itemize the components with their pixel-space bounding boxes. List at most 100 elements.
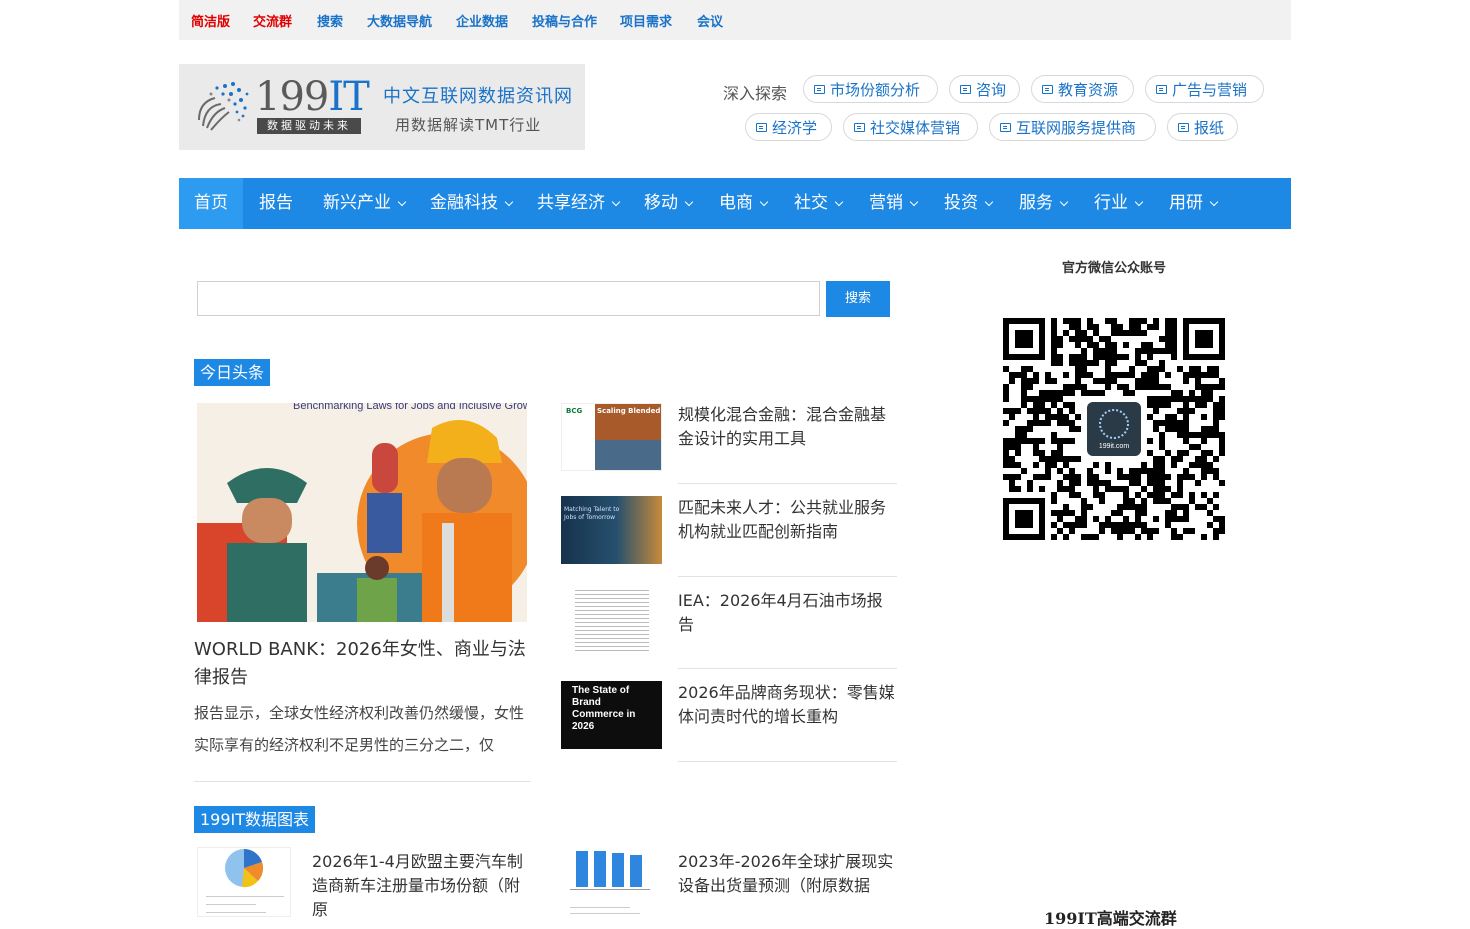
nav-item-emerging[interactable]: 新兴产业 [323,178,407,229]
qr-module [1117,522,1123,528]
explore-chip-economics[interactable]: 经济学 [745,113,832,141]
qr-module [1159,474,1165,480]
nav-item-investment[interactable]: 投资 [944,178,994,229]
qr-module [1045,474,1051,480]
news-thumb-2[interactable]: Matching Talent to Jobs of Tomorrow [561,496,662,564]
nav-item-home[interactable]: 首页 [179,178,243,229]
qr-module [1159,468,1165,474]
feature-image[interactable]: Benchmarking Laws for Jobs and Inclusive… [197,403,527,622]
qr-module [1051,402,1057,408]
qr-module [1141,342,1147,348]
topbar-link-meetings[interactable]: 会议 [697,11,723,30]
nav-item-sharing[interactable]: 共享经济 [537,178,621,229]
feature-title[interactable]: WORLD BANK：2026年女性、商业与法律报告 [194,636,534,692]
qr-module [1177,504,1183,510]
qr-module [1069,456,1075,462]
explore-chip-newspaper[interactable]: 报纸 [1167,113,1238,141]
qr-module [1045,378,1051,384]
qr-module [1147,480,1153,486]
qr-module [1147,342,1153,348]
topbar-link-group[interactable]: 交流群 [253,11,292,30]
explore-chip-consulting[interactable]: 咨询 [949,75,1020,103]
qr-module [1147,528,1153,534]
nav-item-social[interactable]: 社交 [794,178,844,229]
news-title-1[interactable]: 规模化混合金融：混合金融基金设计的实用工具 [678,403,896,451]
topbar-link-projects[interactable]: 项目需求 [620,11,672,30]
chart-thumb-2[interactable] [566,847,656,917]
qr-module [1069,510,1075,516]
nav-item-reports[interactable]: 报告 [259,178,293,229]
news-thumb-3[interactable] [561,588,662,656]
qr-module [1093,534,1099,540]
topbar-link-contribute[interactable]: 投稿与合作 [532,11,597,30]
qr-module [1159,348,1165,354]
qr-module [1051,324,1057,330]
search-button[interactable]: 搜索 [826,281,890,317]
qr-module [1177,426,1183,432]
qr-module [1189,492,1195,498]
qr-module [1069,354,1075,360]
qr-module [1045,456,1051,462]
explore-chip-advertising[interactable]: 广告与营销 [1145,75,1264,103]
chart-news-title-1[interactable]: 2026年1-4月欧盟主要汽车制造商新车注册量市场份额（附原 [312,850,534,922]
qr-module [1069,408,1075,414]
qr-module [1219,444,1225,450]
topbar-link-enterprise-data[interactable]: 企业数据 [456,11,508,30]
explore-chip-social-marketing[interactable]: 社交媒体营销 [843,113,978,141]
qr-module [1069,474,1075,480]
news-title-4[interactable]: 2026年品牌商务现状：零售媒体问责时代的增长重构 [678,681,896,729]
qr-module [1081,384,1087,390]
qr-module [1105,342,1111,348]
qr-module [1123,390,1129,396]
qr-module [1123,474,1129,480]
nav-item-marketing[interactable]: 营销 [869,178,919,229]
explore-chip-education[interactable]: 教育资源 [1031,75,1134,103]
qr-module [1147,468,1153,474]
topbar-link-lite[interactable]: 简洁版 [191,11,230,30]
qr-module [1177,486,1183,492]
qr-module [1021,432,1027,438]
qr-module [1063,474,1069,480]
nav-item-fintech[interactable]: 金融科技 [430,178,514,229]
qr-module [1213,528,1219,534]
qr-module [1183,378,1189,384]
chart-thumb-1[interactable] [197,847,291,917]
qr-module [1105,318,1111,324]
qr-module [1087,504,1093,510]
news-thumb-1[interactable]: BCG Scaling Blended Finance [561,403,662,471]
qr-module [1159,438,1165,444]
news-thumb-4[interactable]: The State of Brand Commerce in 2026 [561,681,662,749]
explore-chip-isp[interactable]: 互联网服务提供商 [989,113,1156,141]
qr-module [1057,336,1063,342]
news-title-3[interactable]: IEA：2026年4月石油市场报告 [678,589,898,637]
qr-module [1141,510,1147,516]
qr-module [1033,438,1039,444]
nav-item-mobile[interactable]: 移动 [644,178,694,229]
topbar-link-bigdata-nav[interactable]: 大数据导航 [367,11,432,30]
nav-item-ecommerce[interactable]: 电商 [719,178,769,229]
qr-module [1075,426,1081,432]
qr-module [1219,438,1225,444]
feature-summary: 报告显示，全球女性经济权利改善仍然缓慢，女性实际享有的经济权利不足男性的三分之二… [194,704,525,754]
qr-module [1099,492,1105,498]
qr-module [1033,372,1039,378]
qr-module [1135,468,1141,474]
explore-chip-market-share[interactable]: 市场份额分析 [803,75,938,103]
qr-module [1129,330,1135,336]
nav-item-services[interactable]: 服务 [1019,178,1069,229]
qr-module [1201,462,1207,468]
qr-module [1015,474,1021,480]
qr-module [1165,420,1171,426]
nav-item-user-research[interactable]: 用研 [1169,178,1219,229]
site-logo[interactable]: 199IT 数据驱动未来 中文互联网数据资讯网 用数据解读TMT行业 [179,64,585,150]
nav-item-industry[interactable]: 行业 [1094,178,1144,229]
qr-module [1075,336,1081,342]
qr-module [1045,396,1051,402]
qr-module [1159,498,1165,504]
newspaper-icon [1000,123,1011,132]
topbar-link-search[interactable]: 搜索 [317,11,343,30]
qr-module [1081,522,1087,528]
search-input[interactable] [197,281,820,316]
chart-news-title-2[interactable]: 2023年-2026年全球扩展现实设备出货量预测（附原数据 [678,850,898,898]
news-title-2[interactable]: 匹配未来人才：公共就业服务机构就业匹配创新指南 [678,496,896,544]
